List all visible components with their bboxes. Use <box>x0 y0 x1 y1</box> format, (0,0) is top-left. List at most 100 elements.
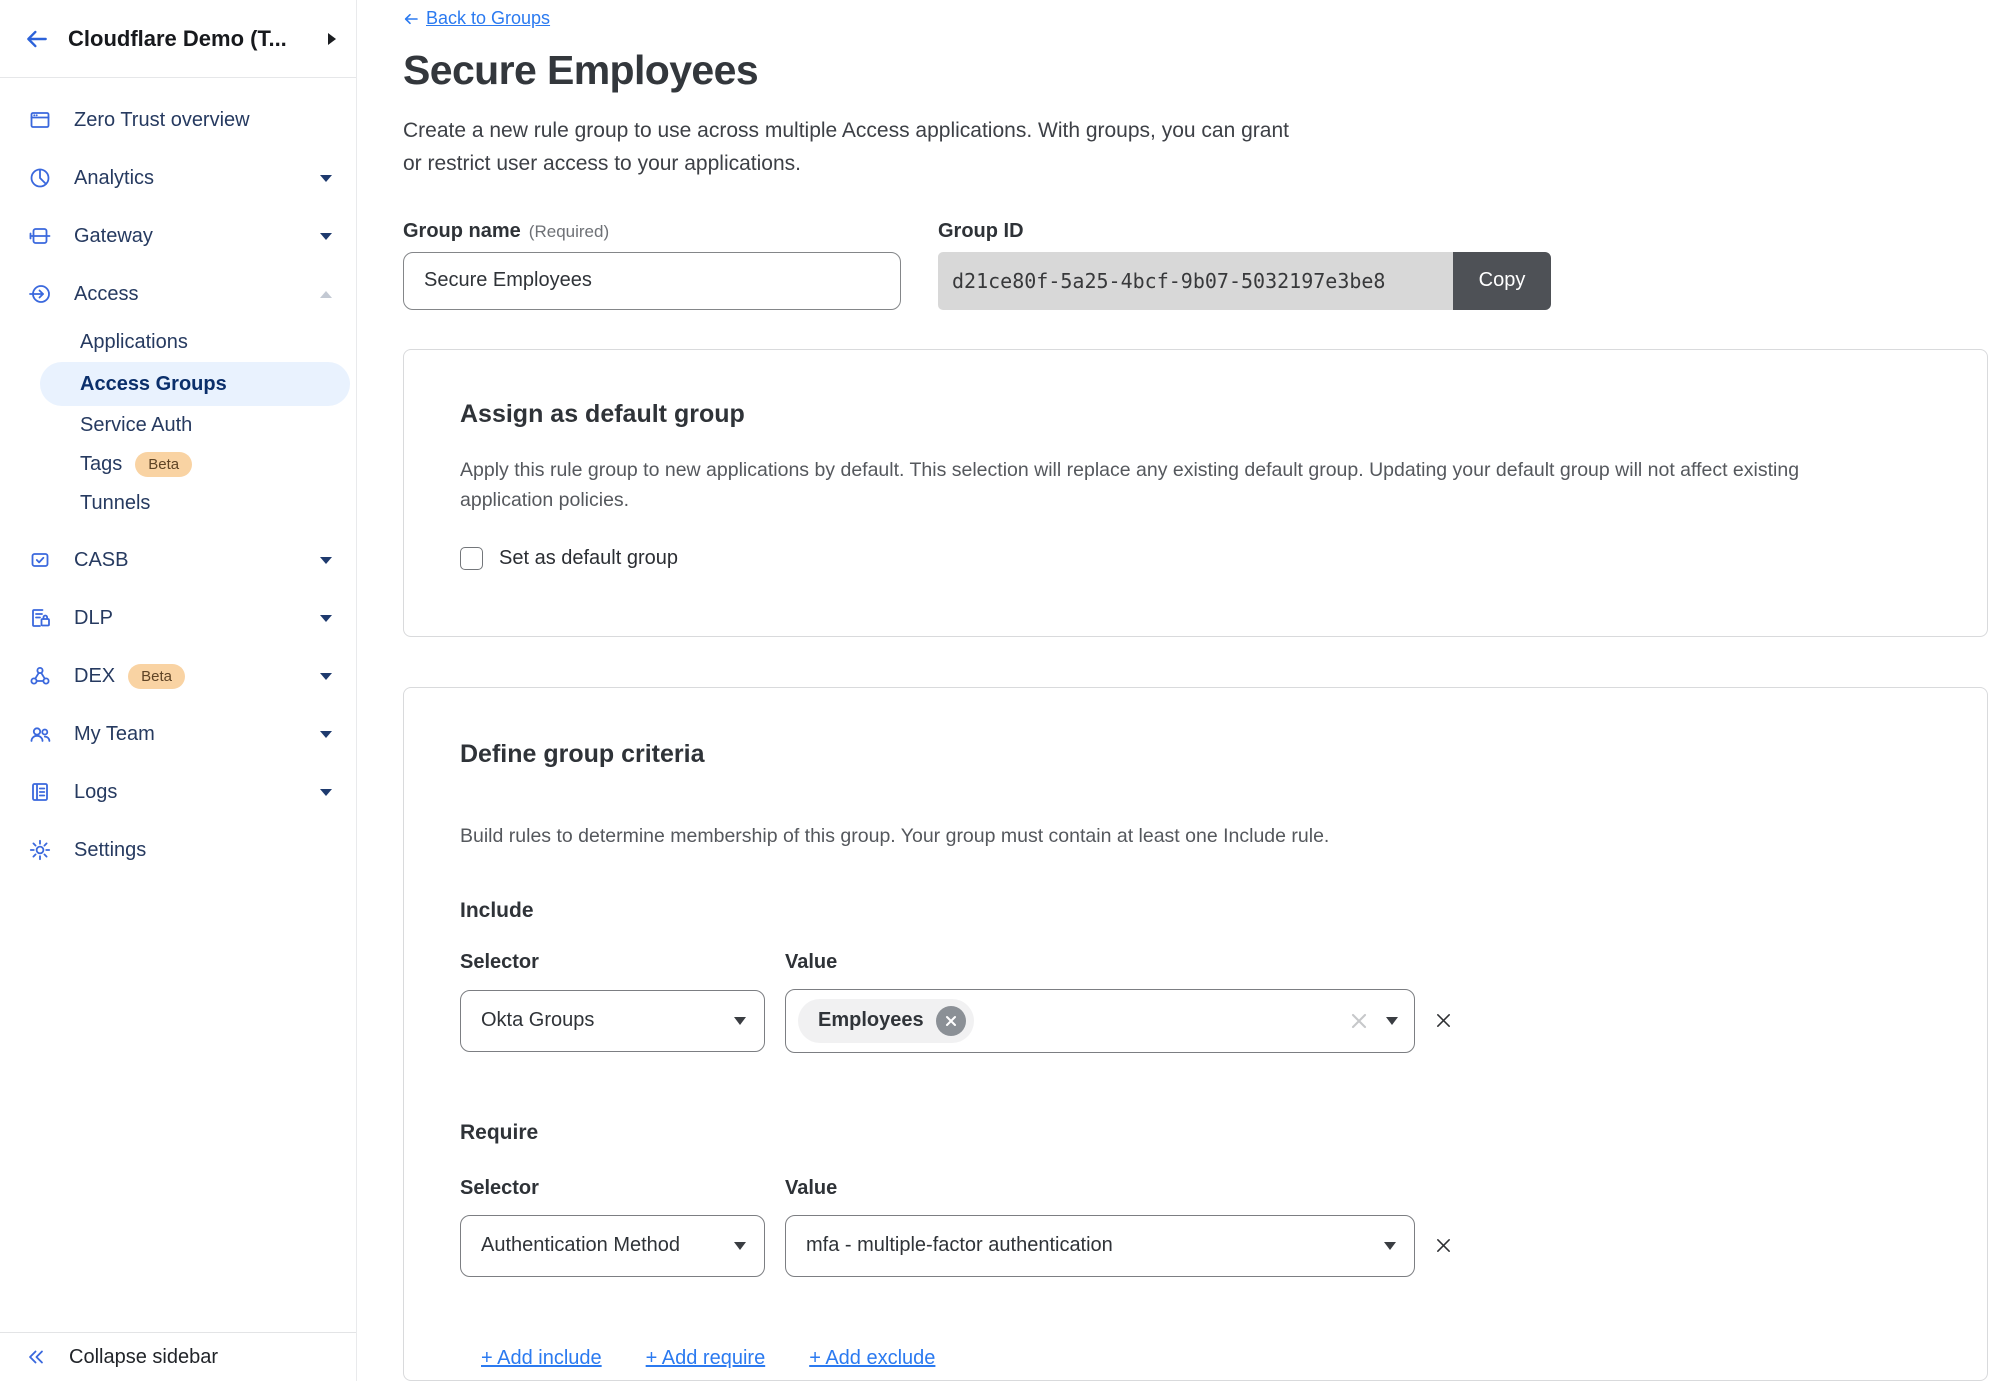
include-value-label: Value <box>785 951 1415 975</box>
sidebar-item-dlp[interactable]: DLP <box>0 589 356 647</box>
casb-check-icon <box>27 548 53 572</box>
beta-badge: Beta <box>128 664 185 689</box>
rule-actions-row: + Add include + Add require + Add exclud… <box>481 1347 1931 1370</box>
sidebar-item-label: DEX <box>74 665 115 688</box>
require-value: mfa - multiple-factor authentication <box>806 1234 1113 1257</box>
subitem-label: Service Auth <box>80 414 192 437</box>
sidebar-item-my-team[interactable]: My Team <box>0 705 356 763</box>
sidebar: Cloudflare Demo (T... Zero Trust overvie… <box>0 0 357 1381</box>
sidebar-item-label: My Team <box>74 723 155 746</box>
define-group-criteria-description: Build rules to determine membership of t… <box>460 821 1931 851</box>
group-id-label: Group ID <box>938 220 1551 244</box>
set-default-group-checkbox[interactable] <box>460 547 483 570</box>
chevron-down-icon[interactable] <box>320 557 332 564</box>
group-meta-row: Group name(Required) Group ID d21ce80f-5… <box>403 220 1999 310</box>
beta-badge: Beta <box>135 452 192 477</box>
logs-list-icon <box>27 780 53 804</box>
set-default-group-label: Set as default group <box>499 547 678 570</box>
assign-default-group-description: Apply this rule group to new application… <box>460 455 1931 515</box>
require-selector-label: Selector <box>460 1177 765 1201</box>
group-id-field-wrap: Group ID d21ce80f-5a25-4bcf-9b07-5032197… <box>938 220 1551 310</box>
app-window: Cloudflare Demo (T... Zero Trust overvie… <box>0 0 1999 1381</box>
clear-values-icon[interactable] <box>1350 1012 1368 1030</box>
back-arrow-icon <box>403 11 419 27</box>
chevron-down-icon[interactable] <box>320 175 332 182</box>
include-selector-label: Selector <box>460 951 765 975</box>
chevron-down-icon[interactable] <box>320 615 332 622</box>
subitem-label: Access Groups <box>80 373 227 396</box>
required-hint: (Required) <box>529 222 609 241</box>
sidebar-item-dex[interactable]: DEX Beta <box>0 647 356 705</box>
collapse-sidebar-button[interactable]: Collapse sidebar <box>0 1332 356 1381</box>
sidebar-item-casb[interactable]: CASB <box>0 531 356 589</box>
sidebar-item-settings[interactable]: Settings <box>0 821 356 879</box>
main-content: Back to Groups Secure Employees Create a… <box>357 0 1999 1381</box>
group-id-box: d21ce80f-5a25-4bcf-9b07-5032197e3be8 Cop… <box>938 252 1551 310</box>
chevron-down-icon[interactable] <box>320 233 332 240</box>
subitem-label: Tags <box>80 453 122 476</box>
back-to-groups-label: Back to Groups <box>426 8 550 29</box>
value-chip: Employees <box>798 999 974 1043</box>
sidebar-nav: Zero Trust overview Analytics Gateway <box>0 78 356 879</box>
delete-require-rule-button[interactable] <box>1435 1237 1475 1254</box>
copy-button[interactable]: Copy <box>1453 252 1551 310</box>
access-submenu: Applications Access Groups Service Auth … <box>0 323 356 523</box>
chevron-down-icon[interactable] <box>320 673 332 680</box>
require-value-dropdown[interactable]: mfa - multiple-factor authentication <box>785 1215 1415 1277</box>
require-heading: Require <box>460 1121 1931 1145</box>
sidebar-item-tags[interactable]: Tags Beta <box>0 445 356 484</box>
require-selector-dropdown[interactable]: Authentication Method <box>460 1215 765 1277</box>
sidebar-header: Cloudflare Demo (T... <box>0 0 356 78</box>
require-value-label: Value <box>785 1177 1415 1201</box>
subitem-label: Tunnels <box>80 492 150 515</box>
chevron-right-icon[interactable] <box>328 33 336 45</box>
sidebar-item-tunnels[interactable]: Tunnels <box>0 484 356 523</box>
sidebar-item-access[interactable]: Access <box>0 265 356 323</box>
gateway-icon <box>27 224 53 248</box>
sidebar-item-label: CASB <box>74 549 128 572</box>
chevron-down-icon[interactable] <box>320 731 332 738</box>
sidebar-item-applications[interactable]: Applications <box>0 323 356 362</box>
group-name-input[interactable] <box>403 252 901 310</box>
value-chip-label: Employees <box>818 1009 924 1032</box>
sidebar-item-zero-trust-overview[interactable]: Zero Trust overview <box>0 91 356 149</box>
chevron-up-icon[interactable] <box>320 291 332 298</box>
require-rule-row: Authentication Method mfa - multiple-fac… <box>460 1215 1931 1277</box>
assign-default-group-title: Assign as default group <box>460 400 1931 429</box>
chevron-down-icon <box>734 1017 746 1025</box>
sidebar-item-label: Gateway <box>74 225 153 248</box>
account-name[interactable]: Cloudflare Demo (T... <box>68 26 320 52</box>
sidebar-item-access-groups[interactable]: Access Groups <box>40 362 350 406</box>
back-to-groups-link[interactable]: Back to Groups <box>403 8 550 29</box>
remove-chip-button[interactable] <box>936 1006 966 1036</box>
sidebar-item-gateway[interactable]: Gateway <box>0 207 356 265</box>
require-labels-row: Selector Value <box>460 1177 1931 1201</box>
team-people-icon <box>27 722 53 746</box>
chevron-down-icon[interactable] <box>320 789 332 796</box>
pie-chart-icon <box>27 166 53 190</box>
include-selector-dropdown[interactable]: Okta Groups <box>460 990 765 1052</box>
sidebar-item-label: Access <box>74 283 138 306</box>
gear-icon <box>27 838 53 862</box>
sidebar-item-logs[interactable]: Logs <box>0 763 356 821</box>
document-lock-icon <box>27 606 53 630</box>
chevron-down-icon[interactable] <box>1386 1017 1398 1025</box>
network-nodes-icon <box>27 664 53 688</box>
include-value-multiselect[interactable]: Employees <box>785 989 1415 1053</box>
add-include-link[interactable]: + Add include <box>481 1347 602 1370</box>
chevron-down-icon <box>1384 1242 1396 1250</box>
access-login-icon <box>27 282 53 306</box>
require-selector-value: Authentication Method <box>481 1234 680 1257</box>
back-arrow-icon[interactable] <box>24 26 50 52</box>
multiselect-controls <box>1350 1012 1398 1030</box>
sidebar-item-service-auth[interactable]: Service Auth <box>0 406 356 445</box>
add-require-link[interactable]: + Add require <box>646 1347 766 1370</box>
define-group-criteria-title: Define group criteria <box>460 740 1931 769</box>
define-group-criteria-card: Define group criteria Build rules to det… <box>403 687 1988 1381</box>
sidebar-item-analytics[interactable]: Analytics <box>0 149 356 207</box>
subitem-label: Applications <box>80 331 188 354</box>
chevron-down-icon <box>734 1242 746 1250</box>
delete-include-rule-button[interactable] <box>1435 1012 1475 1029</box>
group-id-value: d21ce80f-5a25-4bcf-9b07-5032197e3be8 <box>938 252 1453 310</box>
add-exclude-link[interactable]: + Add exclude <box>809 1347 935 1370</box>
